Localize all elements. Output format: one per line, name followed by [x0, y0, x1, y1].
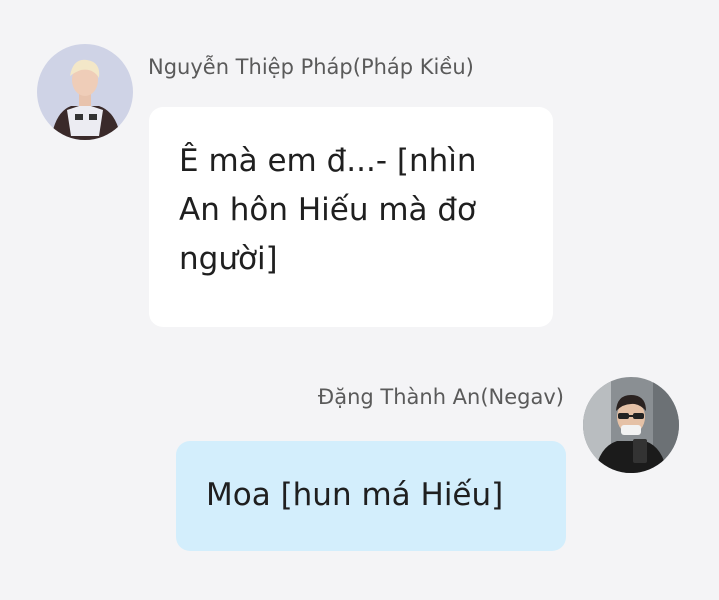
avatar[interactable] — [37, 44, 133, 140]
avatar[interactable] — [583, 377, 679, 473]
message-bubble[interactable]: Ê mà em đ...- [nhìn An hôn Hiếu mà đơ ng… — [149, 107, 553, 327]
avatar-photo-icon — [37, 44, 133, 140]
sender-name: Đặng Thành An(Negav) — [317, 385, 564, 409]
message-text-line: người] — [179, 241, 278, 277]
sender-name: Nguyễn Thiệp Pháp(Pháp Kiều) — [148, 55, 474, 79]
message-text-line: An hôn Hiếu mà đơ — [179, 192, 477, 228]
message-text-line: Moa [hun má Hiếu] — [206, 477, 504, 513]
message-bubble[interactable]: Moa [hun má Hiếu] — [176, 441, 566, 551]
avatar-photo-icon — [583, 377, 679, 473]
message-text-line: Ê mà em đ...- [nhìn — [179, 143, 477, 179]
